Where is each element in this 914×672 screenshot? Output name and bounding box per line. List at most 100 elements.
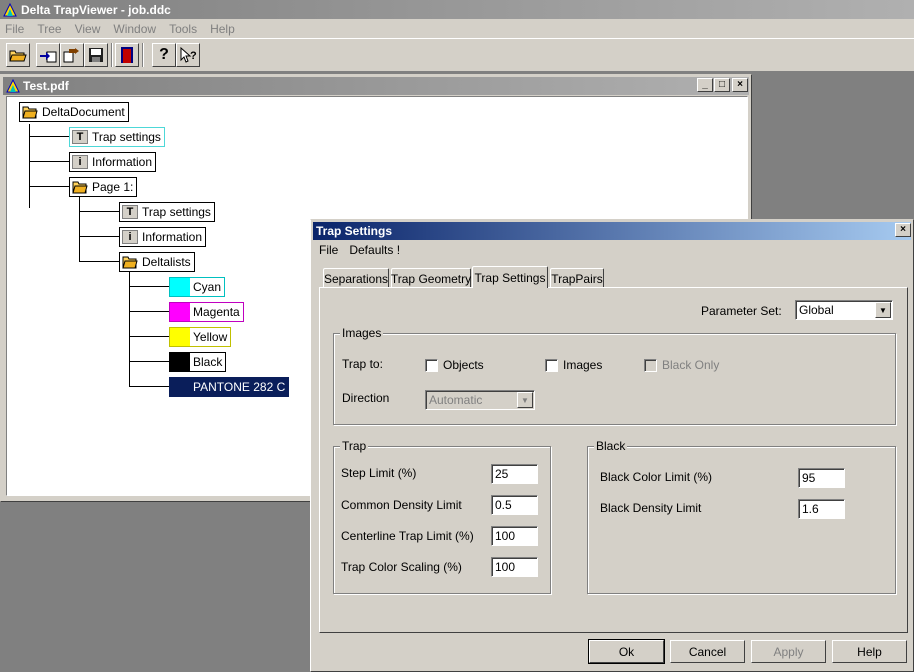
tab-label: TrapPairs	[551, 271, 603, 286]
tree-node-label: Trap settings	[92, 130, 161, 144]
direction-value: Automatic	[429, 393, 483, 407]
tree-node-color-black[interactable]: Black	[169, 352, 227, 372]
tree-node-color-magenta[interactable]: Magenta	[169, 302, 244, 322]
maximize-button[interactable]: □	[714, 78, 730, 92]
dialog-title-bar[interactable]: Trap Settings ×	[313, 222, 911, 240]
import-button[interactable]	[36, 43, 60, 67]
minimize-button[interactable]: _	[697, 78, 713, 92]
tree-line	[129, 386, 169, 387]
tab-separations[interactable]: Separations	[323, 268, 389, 288]
tree-line	[129, 361, 169, 362]
document-icon	[6, 79, 20, 93]
apply-button[interactable]: Apply	[751, 640, 826, 663]
cancel-button[interactable]: Cancel	[670, 640, 745, 663]
export-button[interactable]	[60, 43, 84, 67]
tree-line	[29, 136, 69, 137]
parameter-set-select[interactable]: Global ▼	[795, 300, 893, 320]
menu-tools[interactable]: Tools	[169, 22, 197, 36]
menu-help[interactable]: Help	[210, 22, 235, 36]
tab-trap-geometry[interactable]: Trap Geometry	[391, 268, 471, 288]
app-icon	[3, 2, 17, 16]
centerline-label: Centerline Trap Limit (%)	[341, 529, 474, 543]
app-title-bar[interactable]: Delta TrapViewer - job.ddc	[0, 0, 914, 19]
color-swatch	[170, 353, 190, 371]
centerline-input[interactable]: 100	[491, 526, 538, 546]
tree-line	[79, 236, 119, 237]
tree-node-label: Black	[193, 355, 223, 369]
black-only-checkbox[interactable]: Black Only	[644, 358, 719, 372]
checkbox-box	[545, 358, 558, 372]
tree-line	[129, 311, 169, 312]
dialog-title: Trap Settings	[316, 224, 393, 238]
exit-door-icon	[121, 47, 133, 63]
menu-file[interactable]: File	[5, 22, 24, 36]
app-title: Delta TrapViewer - job.ddc	[21, 2, 171, 17]
black-color-limit-input[interactable]: 95	[798, 468, 845, 488]
color-scaling-input[interactable]: 100	[491, 557, 538, 577]
chevron-down-icon[interactable]: ▼	[875, 302, 891, 318]
common-density-input[interactable]: 0.5	[491, 495, 538, 515]
info-icon: i	[72, 155, 88, 169]
tree-node-color-cyan[interactable]: Cyan	[169, 277, 226, 297]
tree-node-label: Page 1:	[92, 180, 134, 194]
close-button[interactable]: ×	[732, 78, 748, 92]
tree-node-label: Information	[92, 155, 153, 169]
dialog-menu-bar: File Defaults !	[319, 243, 400, 257]
svg-text:?: ?	[190, 50, 197, 62]
trap-settings-icon: T	[122, 205, 138, 219]
tab-trap-settings[interactable]: Trap Settings	[472, 266, 548, 288]
open-button[interactable]	[6, 43, 30, 67]
import-icon	[40, 51, 57, 63]
document-window-title-bar[interactable]: Test.pdf _ □ ×	[3, 77, 749, 95]
objects-checkbox[interactable]: Objects	[425, 358, 484, 372]
direction-select[interactable]: Automatic ▼	[425, 390, 535, 410]
tree-node-page-information[interactable]: i Information	[119, 227, 207, 247]
trap-settings-dialog[interactable]: Trap Settings × File Defaults ! Separati…	[310, 219, 914, 672]
tree-line	[129, 336, 169, 337]
dialog-menu-file[interactable]: File	[319, 243, 338, 257]
open-folder-icon	[22, 106, 38, 119]
images-group-label: Images	[340, 326, 384, 340]
color-scaling-label: Trap Color Scaling (%)	[341, 560, 462, 574]
menu-tree[interactable]: Tree	[37, 22, 61, 36]
images-checkbox[interactable]: Images	[545, 358, 602, 372]
dialog-close-button[interactable]: ×	[895, 223, 911, 237]
tree-line	[79, 197, 80, 261]
parameter-set-label: Parameter Set:	[701, 304, 782, 318]
tree-node-color-yellow[interactable]: Yellow	[169, 327, 232, 347]
tree-line	[129, 286, 169, 287]
menu-window[interactable]: Window	[113, 22, 156, 36]
tree-node-page[interactable]: Page 1:	[69, 177, 138, 197]
open-folder-icon	[122, 256, 138, 269]
exit-button[interactable]	[115, 43, 139, 67]
step-limit-input[interactable]: 25	[491, 464, 538, 484]
step-limit-label: Step Limit (%)	[341, 466, 417, 480]
chevron-down-icon[interactable]: ▼	[517, 392, 533, 408]
save-button[interactable]	[84, 43, 108, 67]
tab-trappairs[interactable]: TrapPairs	[550, 268, 604, 288]
color-swatch	[170, 378, 190, 396]
common-density-label: Common Density Limit	[341, 498, 462, 512]
checkbox-box	[425, 358, 438, 372]
tree-node-trap-settings[interactable]: T Trap settings	[69, 127, 165, 147]
help-button[interactable]: ?	[152, 43, 176, 67]
context-help-button[interactable]: ?	[176, 43, 200, 67]
black-density-limit-input[interactable]: 1.6	[798, 499, 845, 519]
black-density-limit-label: Black Density Limit	[600, 501, 702, 515]
help-dialog-button[interactable]: Help	[832, 640, 907, 663]
checkbox-label: Objects	[443, 358, 484, 372]
trap-group-label: Trap	[340, 439, 369, 453]
tree-node-color-pantone[interactable]: PANTONE 282 C	[169, 377, 290, 397]
tree-node-label: PANTONE 282 C	[193, 380, 286, 394]
ok-button[interactable]: Ok	[588, 639, 665, 664]
tab-panel: Parameter Set: Global ▼ Images Trap to: …	[319, 287, 908, 633]
tree-node-information[interactable]: i Information	[69, 152, 157, 172]
menu-view[interactable]: View	[75, 22, 101, 36]
toolbar-separator	[111, 43, 113, 67]
tree-node-root[interactable]: DeltaDocument	[19, 102, 129, 122]
color-swatch	[170, 303, 190, 321]
tree-node-deltalists[interactable]: Deltalists	[119, 252, 195, 272]
tree-node-page-trap-settings[interactable]: T Trap settings	[119, 202, 215, 222]
menu-bar: File Tree View Window Tools Help	[0, 19, 914, 38]
dialog-menu-defaults[interactable]: Defaults !	[349, 243, 400, 257]
